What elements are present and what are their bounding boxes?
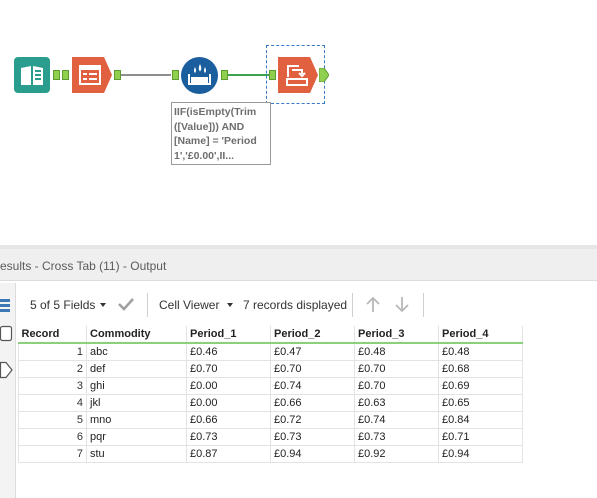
workflow-canvas[interactable]: IIF(isEmpty(Trim ([Value])) AND [Name] =… [0, 0, 597, 245]
table-cell[interactable]: £0.63 [354, 393, 439, 412]
table-cell[interactable]: jkl [86, 393, 187, 412]
table-row[interactable]: 5 mno £0.66 £0.72 £0.74 £0.84 [18, 410, 523, 429]
output-anchor-icon[interactable] [0, 361, 14, 379]
table-cell[interactable]: mno [86, 410, 187, 429]
results-side-strip [0, 283, 16, 498]
column-header[interactable]: Period_1 [186, 326, 271, 344]
input-anchor[interactable] [172, 70, 179, 80]
table-cell[interactable]: £0.00 [186, 393, 271, 412]
formula-annotation: IIF(isEmpty(Trim ([Value])) AND [Name] =… [171, 102, 271, 165]
table-cell[interactable]: £0.70 [186, 359, 271, 378]
table-row[interactable]: 2 def £0.70 £0.70 £0.70 £0.68 [18, 359, 523, 378]
table-cell[interactable]: £0.70 [354, 359, 439, 378]
input-anchor-icon[interactable] [0, 325, 14, 343]
table-cell[interactable]: £0.70 [354, 376, 439, 395]
table-row[interactable]: 6 pqr £0.73 £0.73 £0.73 £0.71 [18, 427, 523, 446]
table-row[interactable]: 7 stu £0.87 £0.94 £0.92 £0.94 [18, 444, 523, 463]
table-cell[interactable]: def [86, 359, 187, 378]
table-cell[interactable]: £0.74 [270, 376, 355, 395]
chevron-down-icon[interactable] [100, 303, 106, 307]
output-anchor[interactable] [53, 70, 60, 80]
table-cell[interactable]: £0.84 [438, 410, 523, 429]
book-input-icon [14, 57, 50, 93]
table-cell[interactable]: £0.46 [186, 342, 271, 361]
column-header[interactable]: Period_4 [438, 326, 523, 344]
connection-line [121, 74, 171, 76]
arrow-down-icon[interactable] [394, 296, 410, 313]
table-cell[interactable]: £0.66 [186, 410, 271, 429]
table-cell[interactable]: ghi [86, 376, 187, 395]
records-count: 7 records displayed [243, 298, 348, 312]
column-header[interactable]: Period_2 [270, 326, 355, 344]
connection-line [228, 74, 269, 76]
column-header[interactable]: Period_3 [354, 326, 439, 344]
toolbar-divider [423, 293, 424, 317]
table-cell[interactable]: pqr [86, 427, 187, 446]
formula-tool-icon [181, 57, 218, 94]
table-cell[interactable]: £0.48 [354, 342, 439, 361]
table-cell[interactable]: stu [86, 444, 187, 463]
record-number: 1 [18, 342, 87, 361]
chevron-down-icon[interactable] [227, 303, 233, 307]
table-cell[interactable]: £0.00 [186, 376, 271, 395]
column-header[interactable]: Commodity [86, 326, 187, 344]
table-cell[interactable]: £0.47 [270, 342, 355, 361]
results-title-bar: esults - Cross Tab (11) - Output [0, 249, 597, 281]
toolbar-divider [147, 293, 148, 317]
check-icon[interactable] [117, 296, 135, 312]
toolbar-divider [352, 293, 353, 317]
table-cell[interactable]: £0.68 [438, 359, 523, 378]
table-cell[interactable]: £0.92 [354, 444, 439, 463]
table-cell[interactable]: £0.74 [354, 410, 439, 429]
table-cell[interactable]: £0.87 [186, 444, 271, 463]
list-icon[interactable] [0, 297, 14, 315]
results-title: esults - Cross Tab (11) - Output [0, 259, 167, 273]
table-cell[interactable]: £0.94 [270, 444, 355, 463]
output-anchor[interactable] [221, 70, 228, 80]
fields-dropdown[interactable]: 5 of 5 Fields [30, 298, 95, 312]
cross-tab-tool[interactable] [278, 57, 318, 93]
column-header[interactable]: Record [18, 326, 87, 344]
arrow-up-icon[interactable] [365, 296, 381, 313]
table-cell[interactable]: £0.73 [186, 427, 271, 446]
table-cell[interactable]: £0.66 [270, 393, 355, 412]
table-cell[interactable]: £0.71 [438, 427, 523, 446]
cross-tab-icon [278, 57, 318, 93]
table-row[interactable]: 1 abc £0.46 £0.47 £0.48 £0.48 [18, 342, 523, 361]
cell-viewer-dropdown[interactable]: Cell Viewer [159, 298, 219, 312]
record-number: 7 [18, 444, 87, 463]
output-anchor[interactable] [318, 67, 330, 83]
formula-tool[interactable] [181, 57, 218, 94]
table-row[interactable]: 4 jkl £0.00 £0.66 £0.63 £0.65 [18, 393, 523, 412]
table-cell[interactable]: £0.65 [438, 393, 523, 412]
select-tool[interactable] [72, 57, 112, 93]
results-toolbar: 5 of 5 Fields Cell Viewer 7 records disp… [18, 283, 597, 325]
table-cell[interactable]: £0.69 [438, 376, 523, 395]
input-anchor[interactable] [62, 70, 69, 80]
input-data-tool[interactable] [14, 57, 50, 93]
header-row: Record Commodity Period_1 Period_2 Perio… [18, 326, 523, 344]
output-anchor[interactable] [114, 70, 121, 80]
table-row[interactable]: 3 ghi £0.00 £0.74 £0.70 £0.69 [18, 376, 523, 395]
results-pane: esults - Cross Tab (11) - Output 5 of 5 … [0, 249, 597, 498]
table-cell[interactable]: £0.70 [270, 359, 355, 378]
table-cell[interactable]: £0.94 [438, 444, 523, 463]
table-cell[interactable]: abc [86, 342, 187, 361]
table-cell[interactable]: £0.72 [270, 410, 355, 429]
table-cell[interactable]: £0.73 [354, 427, 439, 446]
table-cell[interactable]: £0.73 [270, 427, 355, 446]
table-cell[interactable]: £0.48 [438, 342, 523, 361]
record-number: 6 [18, 427, 87, 446]
record-number: 2 [18, 359, 87, 378]
select-tool-icon [72, 57, 112, 93]
record-number: 3 [18, 376, 87, 395]
record-number: 4 [18, 393, 87, 412]
record-number: 5 [18, 410, 87, 429]
results-grid[interactable]: Record Commodity Period_1 Period_2 Perio… [18, 326, 523, 463]
